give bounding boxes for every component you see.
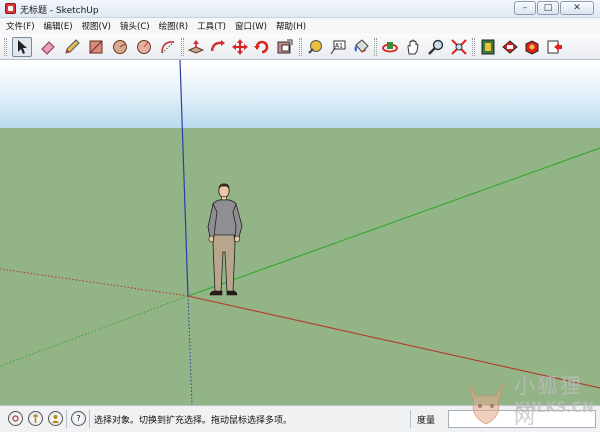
text-tool-button[interactable]: A1 [328, 37, 348, 57]
eraser-tool-button[interactable] [38, 37, 58, 57]
polygon-tool-button[interactable] [134, 37, 154, 57]
pan-tool-button[interactable] [403, 37, 423, 57]
push-pull-icon [188, 40, 204, 54]
geo-location-icon[interactable] [8, 411, 23, 426]
close-button[interactable]: ✕ [560, 1, 594, 15]
status-separator [66, 410, 67, 428]
push-pull-tool-button[interactable] [186, 37, 206, 57]
help-icon[interactable]: ? [71, 411, 86, 426]
follow-me-icon [210, 40, 225, 52]
menu-draw[interactable]: 绘图(R) [159, 20, 189, 32]
scale-figure-person[interactable] [205, 182, 247, 300]
svg-text:A1: A1 [335, 43, 343, 50]
offset-tool-button[interactable] [275, 37, 295, 57]
cursor-arrow-icon [18, 40, 27, 54]
axes-overlay [0, 60, 600, 405]
orbit-tool-button[interactable] [380, 37, 400, 57]
menu-bar: 文件(F) 编辑(E) 视图(V) 镜头(C) 绘图(R) 工具(T) 窗口(W… [0, 18, 600, 34]
components-tool-button[interactable] [522, 37, 542, 57]
arc-icon [161, 41, 175, 54]
measurements-label: 度量 [417, 416, 436, 426]
menu-camera[interactable]: 镜头(C) [120, 20, 150, 32]
red-axis-negative [0, 268, 189, 297]
menu-view[interactable]: 视图(V) [82, 20, 111, 32]
share-model-icon [502, 40, 518, 54]
model-viewport[interactable] [0, 60, 600, 405]
move-icon [232, 39, 248, 55]
measurements-input[interactable] [448, 410, 596, 428]
pencil-icon [65, 39, 80, 54]
tape-measure-icon [308, 40, 322, 54]
title-bar: 无标题 - SketchUp – □ ✕ [0, 0, 600, 18]
circle-icon [113, 40, 127, 54]
green-axis-positive [187, 147, 600, 297]
rectangle-tool-button[interactable] [86, 37, 106, 57]
paint-bucket-icon [354, 39, 369, 53]
status-separator [410, 410, 411, 428]
toolbar-grip[interactable] [472, 38, 475, 56]
zoom-icon [428, 39, 444, 55]
status-message: 选择对象。切换到扩充选择。拖动鼠标选择多项。 [94, 416, 293, 426]
blue-axis-negative [187, 295, 193, 405]
menu-help[interactable]: 帮助(H) [276, 20, 306, 32]
status-bar: ? 选择对象。切换到扩充选择。拖动鼠标选择多项。 度量 [0, 405, 600, 432]
tape-measure-tool-button[interactable] [305, 37, 325, 57]
circle-tool-button[interactable] [110, 37, 130, 57]
toolbar-grip[interactable] [299, 38, 302, 56]
rectangle-icon [89, 40, 103, 54]
toolbar-grip[interactable] [374, 38, 377, 56]
status-separator [89, 410, 90, 428]
eraser-icon [41, 41, 55, 55]
toolbar-grip[interactable] [4, 38, 7, 56]
menu-window[interactable]: 窗口(W) [235, 20, 267, 32]
follow-me-tool-button[interactable] [208, 37, 228, 57]
text-icon: A1 [330, 40, 346, 55]
arc-tool-button[interactable] [158, 37, 178, 57]
menu-file[interactable]: 文件(F) [6, 20, 35, 32]
toolbar-grip[interactable] [181, 38, 184, 56]
main-toolbar: A1 [0, 34, 600, 60]
warehouse-tool-button[interactable] [478, 37, 498, 57]
select-tool-button[interactable] [12, 37, 32, 57]
rotate-icon [254, 40, 269, 54]
green-axis-negative [0, 295, 189, 367]
user-icon[interactable] [48, 411, 63, 426]
menu-tools[interactable]: 工具(T) [197, 20, 226, 32]
components-icon [525, 40, 539, 55]
maximize-button[interactable]: □ [537, 1, 559, 15]
share-model-tool-button[interactable] [500, 37, 520, 57]
credits-icon[interactable] [28, 411, 43, 426]
pan-hand-icon [407, 39, 419, 55]
red-axis-positive [187, 295, 600, 389]
warehouse-icon [481, 39, 495, 55]
send-to-layout-icon [547, 40, 562, 54]
offset-icon [277, 39, 293, 54]
window-title: 无标题 - SketchUp [20, 6, 99, 16]
polygon-icon [137, 40, 151, 54]
zoom-extents-icon [451, 39, 467, 55]
move-tool-button[interactable] [230, 37, 250, 57]
send-to-layout-tool-button[interactable] [545, 37, 565, 57]
zoom-tool-button[interactable] [426, 37, 446, 57]
minimize-button[interactable]: – [514, 1, 536, 15]
blue-axis-positive [179, 60, 189, 297]
zoom-extents-tool-button[interactable] [449, 37, 469, 57]
sketchup-app-icon[interactable] [5, 3, 16, 14]
orbit-icon [382, 42, 398, 53]
paint-bucket-tool-button[interactable] [351, 37, 371, 57]
rotate-tool-button[interactable] [252, 37, 272, 57]
pencil-tool-button[interactable] [62, 37, 82, 57]
window-controls: – □ ✕ [514, 1, 594, 15]
menu-edit[interactable]: 编辑(E) [44, 20, 73, 32]
